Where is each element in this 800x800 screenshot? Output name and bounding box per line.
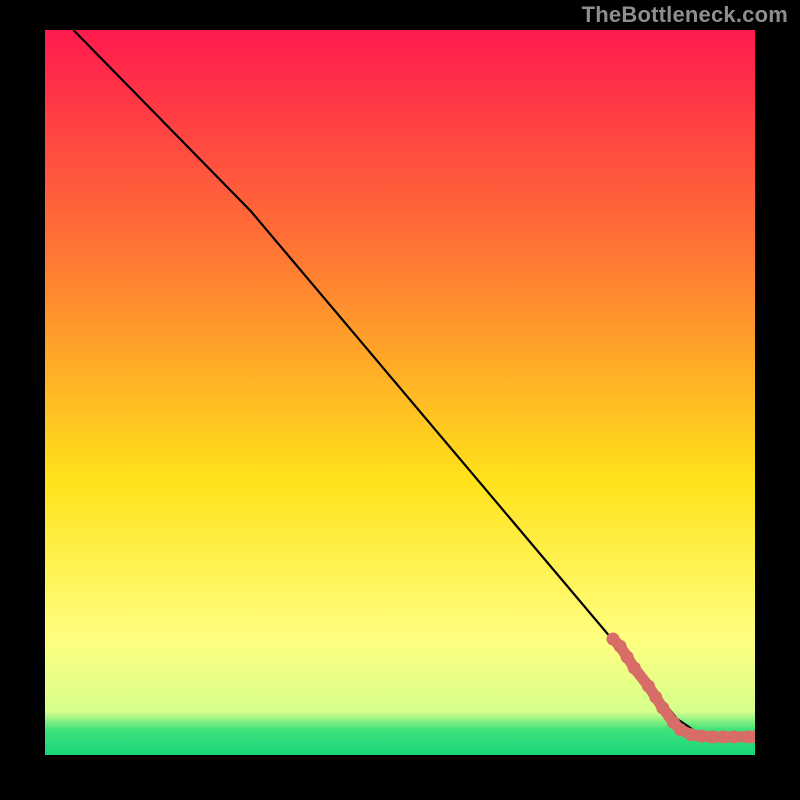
marker-dot: [628, 662, 641, 675]
attribution-label: TheBottleneck.com: [582, 2, 788, 28]
chart-plot: [45, 30, 755, 755]
marker-dot: [642, 680, 655, 693]
marker-dot: [727, 730, 740, 743]
marker-dot: [621, 651, 634, 664]
chart-svg: [45, 30, 755, 755]
app-frame: TheBottleneck.com: [0, 0, 800, 800]
marker-dot: [614, 640, 627, 653]
marker-dot: [656, 701, 669, 714]
marker-dot: [649, 691, 662, 704]
gradient-background: [45, 30, 755, 755]
